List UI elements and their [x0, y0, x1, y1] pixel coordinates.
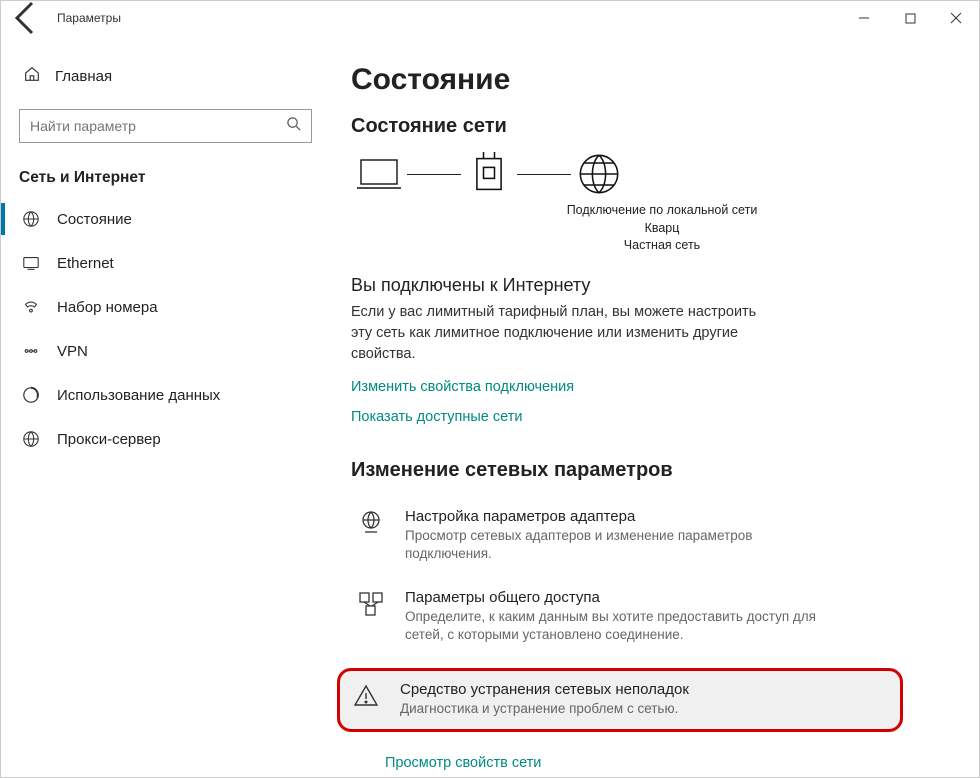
option-adapter-settings[interactable]: Настройка параметров адаптера Просмотр с… — [351, 506, 939, 565]
option-desc: Диагностика и устранение проблем с сетью… — [400, 700, 689, 718]
page-title: Состояние — [351, 63, 939, 97]
change-settings-heading: Изменение сетевых параметров — [351, 459, 939, 482]
option-sharing-settings[interactable]: Параметры общего доступа Определите, к к… — [351, 587, 939, 646]
connection-line — [407, 174, 461, 175]
maximize-button[interactable] — [887, 1, 933, 35]
home-label: Главная — [55, 68, 112, 85]
window-title: Параметры — [47, 11, 121, 25]
warning-icon — [350, 681, 382, 718]
vpn-icon — [21, 341, 41, 361]
sidebar-item-home[interactable]: Главная — [15, 55, 316, 97]
sidebar-item-dialup[interactable]: Набор номера — [1, 285, 330, 329]
dialup-icon — [21, 297, 41, 317]
close-button[interactable] — [933, 1, 979, 35]
device-icon — [351, 152, 407, 196]
sidebar-item-ethernet[interactable]: Ethernet — [1, 241, 330, 285]
minimize-button[interactable] — [841, 1, 887, 35]
link-view-network-props[interactable]: Просмотр свойств сети — [385, 755, 541, 771]
option-title: Средство устранения сетевых неполадок — [400, 681, 689, 698]
option-desc: Определите, к каким данным вы хотите пре… — [405, 608, 825, 644]
proxy-icon — [21, 429, 41, 449]
sidebar-item-status[interactable]: Состояние — [1, 197, 330, 241]
option-title: Параметры общего доступа — [405, 589, 825, 606]
search-input[interactable] — [30, 118, 286, 134]
option-desc: Просмотр сетевых адаптеров и изменение п… — [405, 527, 825, 563]
globe-icon — [571, 152, 627, 196]
sidebar-item-proxy[interactable]: Прокси-сервер — [1, 417, 330, 461]
link-show-available-networks[interactable]: Показать доступные сети — [351, 409, 939, 425]
sidebar-item-label: VPN — [57, 343, 88, 360]
sidebar-item-label: Ethernet — [57, 255, 114, 272]
search-input-container[interactable] — [19, 109, 312, 143]
sidebar-item-label: Набор номера — [57, 299, 158, 316]
diagram-caption: Подключение по локальной сети Кварц Част… — [385, 202, 939, 255]
home-icon — [23, 65, 41, 87]
status-icon — [21, 209, 41, 229]
back-button[interactable] — [7, 1, 47, 35]
sidebar-item-label: Использование данных — [57, 387, 220, 404]
connected-heading: Вы подключены к Интернету — [351, 275, 939, 296]
network-status-heading: Состояние сети — [351, 115, 939, 138]
connected-description: Если у вас лимитный тарифный план, вы мо… — [351, 302, 781, 365]
data-usage-icon — [21, 385, 41, 405]
sharing-icon — [355, 589, 387, 644]
connection-line — [517, 174, 571, 175]
sidebar-item-vpn[interactable]: VPN — [1, 329, 330, 373]
sidebar-item-data-usage[interactable]: Использование данных — [1, 373, 330, 417]
link-change-connection-props[interactable]: Изменить свойства подключения — [351, 379, 939, 395]
adapter-icon — [355, 508, 387, 563]
search-icon — [286, 116, 301, 136]
network-diagram — [351, 152, 939, 196]
sidebar-section-title: Сеть и Интернет — [15, 169, 316, 197]
ethernet-icon — [21, 253, 41, 273]
router-icon — [461, 152, 517, 196]
option-title: Настройка параметров адаптера — [405, 508, 825, 525]
sidebar-item-label: Состояние — [57, 211, 132, 228]
option-network-troubleshooter[interactable]: Средство устранения сетевых неполадок Ди… — [337, 668, 903, 731]
sidebar-item-label: Прокси-сервер — [57, 431, 161, 448]
